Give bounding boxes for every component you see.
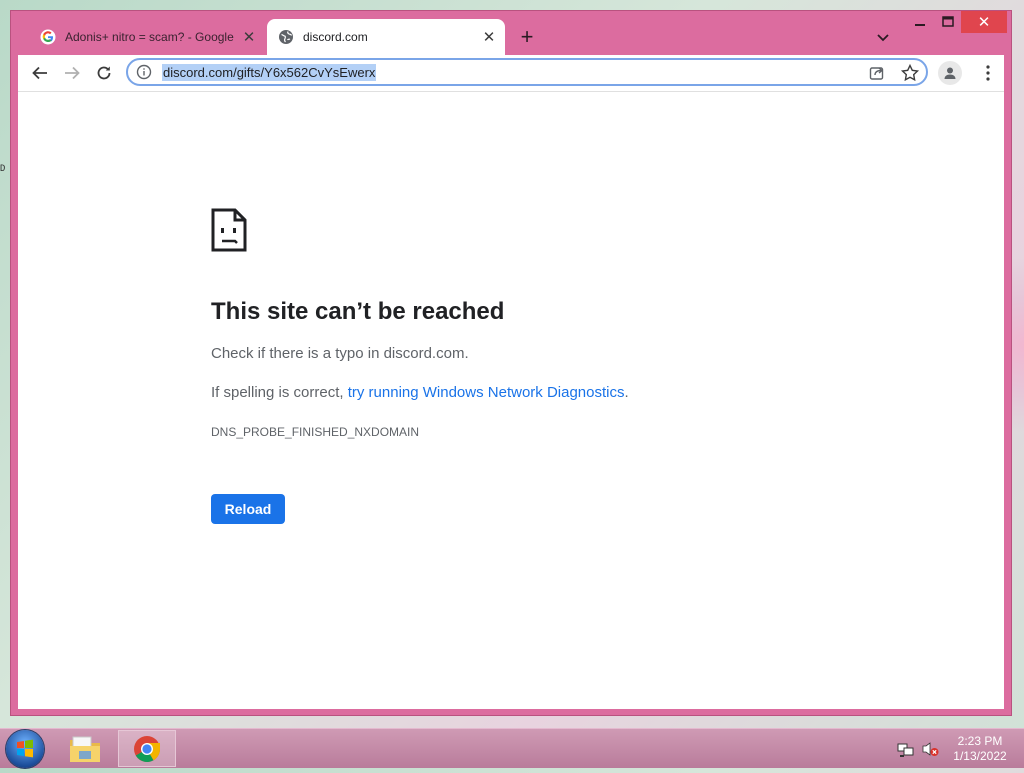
minimize-button[interactable] [909, 11, 931, 33]
more-menu-button[interactable] [978, 63, 998, 83]
close-icon: ✕ [977, 14, 991, 31]
taskbar: 2:23 PM 1/13/2022 [0, 728, 1024, 768]
person-icon [944, 67, 956, 79]
desktop-wallpaper-edge [1010, 230, 1024, 460]
share-icon[interactable] [868, 64, 886, 82]
reload-button[interactable]: Reload [211, 494, 285, 524]
star-icon[interactable] [900, 63, 920, 83]
tab-strip: Adonis+ nitro = scam? - Google ✕ discord… [11, 11, 1011, 55]
network-diagnostics-link[interactable]: try running Windows Network Diagnostics [348, 384, 625, 401]
windows-logo-icon [17, 739, 33, 758]
minimize-icon [915, 24, 925, 26]
close-icon[interactable]: ✕ [239, 27, 259, 47]
new-tab-button[interactable]: + [515, 24, 539, 49]
clock-date: 1/13/2022 [953, 749, 1007, 763]
chrome-icon [134, 735, 161, 762]
sad-page-icon [211, 208, 247, 252]
chevron-down-icon[interactable] [873, 27, 893, 47]
network-icon[interactable] [897, 742, 915, 758]
google-g-icon [40, 29, 56, 45]
url-text[interactable]: discord.com/gifts/Y6x562CvYsEwerx [162, 64, 377, 81]
desktop-icon-fragment: D [0, 164, 6, 174]
info-icon[interactable] [136, 64, 152, 80]
start-button[interactable] [6, 730, 44, 768]
volume-muted-icon[interactable] [921, 741, 939, 757]
browser-toolbar: discord.com/gifts/Y6x562CvYsEwerx [18, 55, 1004, 91]
window-close-button[interactable]: ✕ [961, 11, 1007, 33]
tab-title: discord.com [303, 30, 368, 44]
refresh-icon [97, 66, 111, 80]
tab-discord[interactable]: discord.com ✕ [267, 19, 505, 55]
address-bar[interactable]: discord.com/gifts/Y6x562CvYsEwerx [126, 58, 928, 86]
globe-icon [279, 30, 293, 44]
profile-avatar[interactable] [938, 61, 962, 85]
file-explorer-icon [70, 736, 100, 762]
file-explorer-taskbar-button[interactable] [56, 730, 114, 767]
diagnostics-prefix: If spelling is correct, [211, 384, 348, 401]
error-heading: This site can’t be reached [211, 298, 505, 325]
diagnostics-message: If spelling is correct, try running Wind… [211, 384, 629, 401]
maximize-icon [942, 16, 954, 27]
chrome-taskbar-button[interactable] [118, 730, 176, 767]
arrow-left-icon [32, 66, 47, 80]
system-clock[interactable]: 2:23 PM 1/13/2022 [946, 734, 1014, 764]
error-code: DNS_PROBE_FINISHED_NXDOMAIN [211, 425, 420, 439]
clock-time: 2:23 PM [957, 734, 1003, 748]
page-content: This site can’t be reached Check if ther… [18, 91, 1004, 709]
tab-google-search[interactable]: Adonis+ nitro = scam? - Google ✕ [29, 19, 265, 55]
forward-button[interactable] [58, 59, 86, 87]
maximize-button[interactable] [937, 11, 959, 33]
tab-title: Adonis+ nitro = scam? - Google [65, 30, 234, 44]
diagnostics-suffix: . [624, 384, 629, 401]
kebab-menu-icon [986, 65, 990, 81]
typo-message: Check if there is a typo in discord.com. [211, 345, 469, 362]
browser-window: Adonis+ nitro = scam? - Google ✕ discord… [10, 10, 1012, 716]
arrow-right-icon [65, 66, 80, 80]
reload-toolbar-button[interactable] [90, 59, 118, 87]
close-icon[interactable]: ✕ [479, 27, 499, 47]
back-button[interactable] [26, 59, 54, 87]
